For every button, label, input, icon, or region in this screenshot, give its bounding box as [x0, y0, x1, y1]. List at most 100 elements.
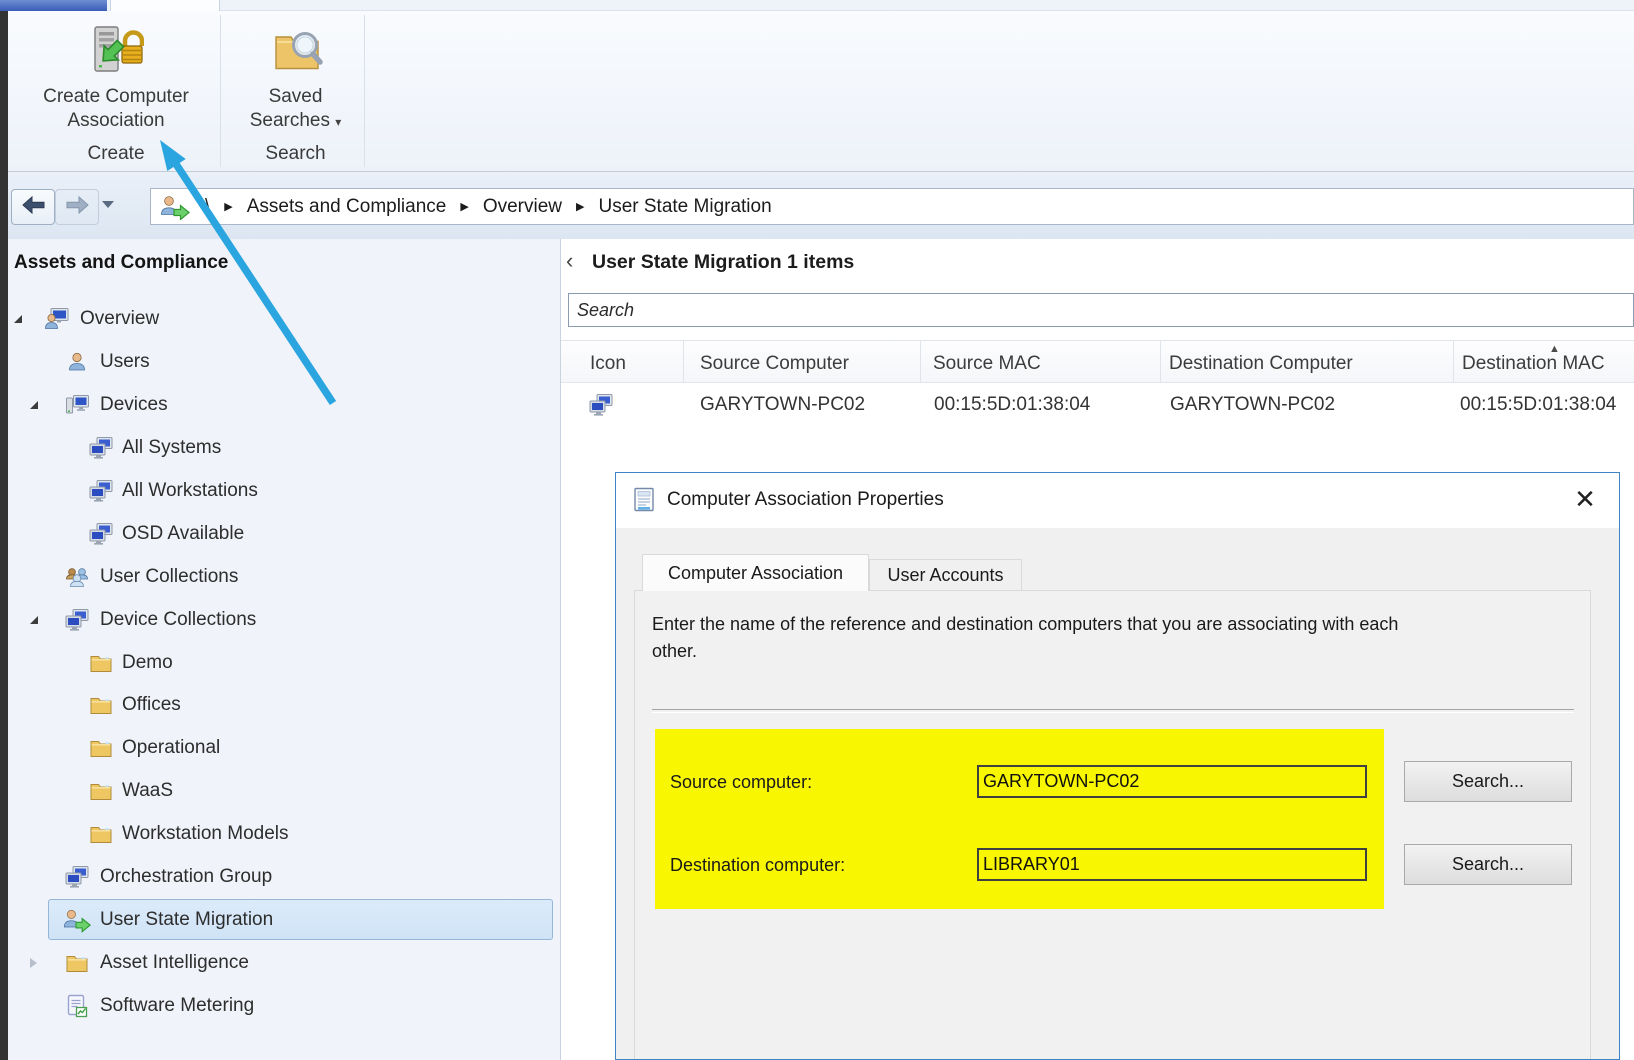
user-collections-icon [62, 563, 92, 591]
navigation-tree: Overview Users Devices All Systems All Works… [8, 298, 560, 1027]
ribbon-tab-inactive[interactable] [110, 0, 220, 11]
sidebar-item-label: Device Collections [100, 609, 256, 631]
destination-computer-label: Destination computer: [670, 855, 845, 876]
sidebar-item-label: Devices [100, 394, 168, 416]
computers-icon [62, 606, 92, 634]
sidebar-item-label: Overview [80, 308, 159, 330]
sidebar-item-label: OSD Available [122, 523, 244, 545]
sidebar-item-overview[interactable]: Overview [8, 298, 560, 341]
breadcrumb-item-overview[interactable]: Overview [483, 196, 562, 218]
folder-icon [86, 649, 116, 677]
column-header-source-mac[interactable]: Source MAC [920, 341, 1160, 382]
breadcrumb: \ ▶ Assets and Compliance ▶ Overview ▶ U… [150, 188, 1634, 225]
sidebar-item-workstation-models[interactable]: Workstation Models [8, 813, 560, 856]
device-icon [62, 391, 92, 419]
sidebar-collapse-icon[interactable]: ‹ [566, 250, 573, 272]
ribbon-tab-strip [0, 0, 1634, 11]
forward-button[interactable] [55, 189, 99, 225]
sidebar-item-label: Software Metering [100, 995, 254, 1017]
items-count: 1 items [787, 251, 854, 273]
saved-searches-label-line2: Searches [250, 110, 330, 131]
separator-line [652, 709, 1574, 713]
close-icon[interactable]: ✕ [1565, 479, 1605, 519]
sidebar-item-label: User Collections [100, 566, 238, 588]
column-header-destination-computer[interactable]: Destination Computer [1160, 341, 1453, 382]
column-header-icon[interactable]: Icon [561, 341, 683, 382]
dialog-title-bar: Computer Association Properties ✕ [616, 473, 1619, 528]
search-input[interactable] [568, 293, 1634, 327]
source-search-button[interactable]: Search... [1404, 761, 1572, 802]
table-row[interactable]: GARYTOWN-PC0200:15:5D:01:38:04GARYTOWN-P… [561, 383, 1634, 426]
sidebar-item-label: Asset Intelligence [100, 952, 249, 974]
folder-icon [86, 777, 116, 805]
ribbon-tab-active[interactable] [0, 0, 107, 11]
user-migration-icon [62, 906, 92, 934]
create-button-label-line1: Create Computer [16, 85, 216, 109]
cell-source-computer: GARYTOWN-PC02 [683, 383, 937, 426]
folder-icon [86, 691, 116, 719]
sidebar-item-label: Operational [122, 737, 220, 759]
computers-icon [86, 477, 116, 505]
tab-computer-association[interactable]: Computer Association [642, 554, 869, 591]
sidebar-item-label: Orchestration Group [100, 866, 272, 888]
sidebar-item-offices[interactable]: Offices [8, 684, 560, 727]
sidebar-item-asset-intelligence[interactable]: Asset Intelligence [8, 941, 560, 984]
sidebar-item-device-collections[interactable]: Device Collections [8, 598, 560, 641]
folder-icon [62, 949, 92, 977]
tab-user-accounts[interactable]: User Accounts [869, 559, 1022, 591]
sidebar-item-user-collections[interactable]: User Collections [8, 555, 560, 598]
sidebar-item-waas[interactable]: WaaS [8, 770, 560, 813]
create-computer-association-icon [16, 23, 216, 81]
source-computer-input[interactable] [977, 765, 1367, 798]
ribbon-group-create-label: Create [16, 143, 216, 165]
sidebar-item-label: Users [100, 351, 150, 373]
overview-icon [42, 305, 72, 333]
search-field-wrap [568, 293, 1634, 327]
history-dropdown-icon[interactable] [102, 201, 114, 208]
expand-tree-icon[interactable] [30, 958, 37, 968]
computer-association-properties-dialog: Computer Association Properties ✕ Comput… [615, 472, 1620, 1060]
sidebar-item-label: All Workstations [122, 480, 258, 502]
ribbon-group-search-label: Search [233, 143, 358, 165]
source-computer-label: Source computer: [670, 772, 812, 793]
ribbon: Create Computer Association Create Saved… [8, 11, 1634, 172]
breadcrumb-separator-icon: ▶ [224, 200, 232, 213]
sidebar-item-operational[interactable]: Operational [8, 727, 560, 770]
sidebar-item-users[interactable]: Users [8, 341, 560, 384]
breadcrumb-separator-icon: ▶ [460, 200, 468, 213]
cell-source-mac: 00:15:5D:01:38:04 [920, 383, 1174, 426]
collapse-tree-icon[interactable] [14, 315, 22, 323]
column-header-destination-mac[interactable]: Destination MAC [1453, 341, 1634, 382]
collapse-tree-icon[interactable] [30, 616, 38, 624]
sidebar-assets-and-compliance: Assets and Compliance OverviewUsersDevic… [8, 239, 561, 1060]
collapse-tree-icon[interactable] [30, 401, 38, 409]
sidebar-item-label: Offices [122, 694, 181, 716]
sidebar-item-label: All Systems [122, 437, 221, 459]
folder-icon [86, 734, 116, 762]
breadcrumb-separator-icon: ▶ [576, 200, 584, 213]
breadcrumb-item-assets-and-compliance[interactable]: Assets and Compliance [247, 196, 447, 218]
software-metering-icon [62, 992, 92, 1020]
sidebar-item-all-workstations[interactable]: All Workstations [8, 470, 560, 513]
breadcrumb-root[interactable]: \ [205, 196, 210, 218]
sidebar-item-orchestration-group[interactable]: Orchestration Group [8, 856, 560, 899]
destination-search-button[interactable]: Search... [1404, 844, 1572, 885]
forward-arrow-icon [64, 195, 91, 220]
sidebar-item-software-metering[interactable]: Software Metering [8, 984, 560, 1027]
computers-icon [86, 434, 116, 462]
sidebar-item-all-systems[interactable]: All Systems [8, 427, 560, 470]
sidebar-item-osd-available[interactable]: OSD Available [8, 512, 560, 555]
back-button[interactable] [11, 189, 55, 225]
saved-searches-label-line1: Saved [233, 85, 358, 109]
breadcrumb-item-user-state-migration[interactable]: User State Migration [598, 196, 771, 218]
window-left-edge [0, 11, 8, 1060]
destination-computer-input[interactable] [977, 848, 1367, 881]
dialog-tab-panel: Enter the name of the reference and dest… [634, 590, 1591, 1060]
sidebar-item-label: Workstation Models [122, 823, 289, 845]
page-title: User State Migration 1 items [592, 251, 854, 274]
column-header-source-computer[interactable]: Source Computer [683, 341, 920, 382]
sidebar-item-demo[interactable]: Demo [8, 641, 560, 684]
sidebar-item-user-state-migration[interactable]: User State Migration [8, 898, 560, 941]
sidebar-item-devices[interactable]: Devices [8, 384, 560, 427]
navigation-bar: \ ▶ Assets and Compliance ▶ Overview ▶ U… [8, 172, 1634, 240]
